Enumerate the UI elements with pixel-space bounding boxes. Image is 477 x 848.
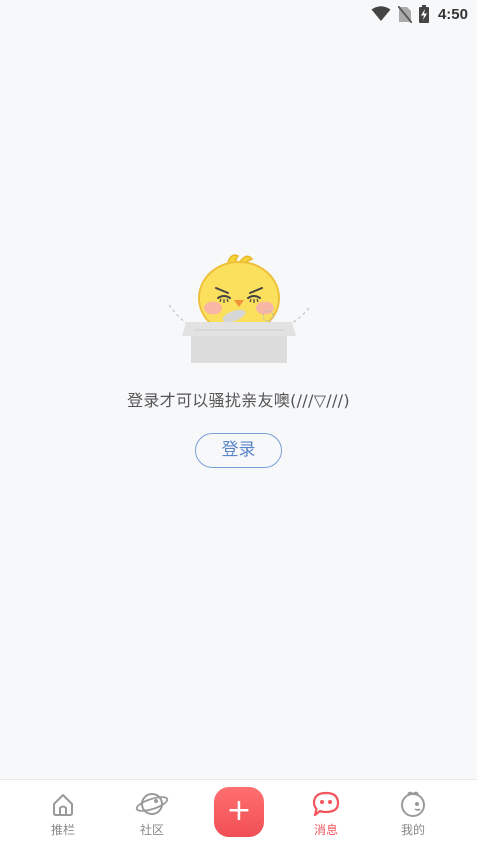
profile-icon [401, 791, 425, 817]
tab-messages[interactable]: 消息 [296, 790, 356, 838]
empty-message: 登录才可以骚扰亲友噢(///▽///) [127, 391, 350, 410]
tab-community[interactable]: 社区 [122, 790, 182, 838]
planet-icon [135, 793, 169, 815]
publish-button[interactable]: + [214, 787, 264, 837]
home-icon [53, 794, 73, 816]
status-time: 4:50 [437, 5, 468, 23]
tab-profile[interactable]: 我的 [383, 790, 443, 838]
battery-charging-icon [418, 5, 429, 23]
wifi-icon [371, 6, 391, 21]
plus-icon: + [226, 793, 252, 828]
status-icons: 4:50 [371, 3, 468, 25]
status-bar: 4:50 [0, 0, 477, 28]
tab-label: 我的 [400, 823, 425, 837]
chick-mascot-icon [168, 254, 309, 363]
tab-label: 推栏 [50, 823, 75, 837]
no-sim-icon [397, 5, 412, 23]
login-button[interactable]: 登录 [195, 433, 282, 468]
chat-bubble-icon [312, 791, 340, 817]
tab-label: 社区 [139, 823, 164, 837]
empty-state: 登录才可以骚扰亲友噢(///▽///) 登录 [0, 250, 477, 468]
tab-label: 消息 [313, 823, 338, 837]
tab-bar: 推栏 社区 + 消息 我的 [0, 779, 477, 848]
tab-home[interactable]: 推栏 [33, 790, 93, 838]
